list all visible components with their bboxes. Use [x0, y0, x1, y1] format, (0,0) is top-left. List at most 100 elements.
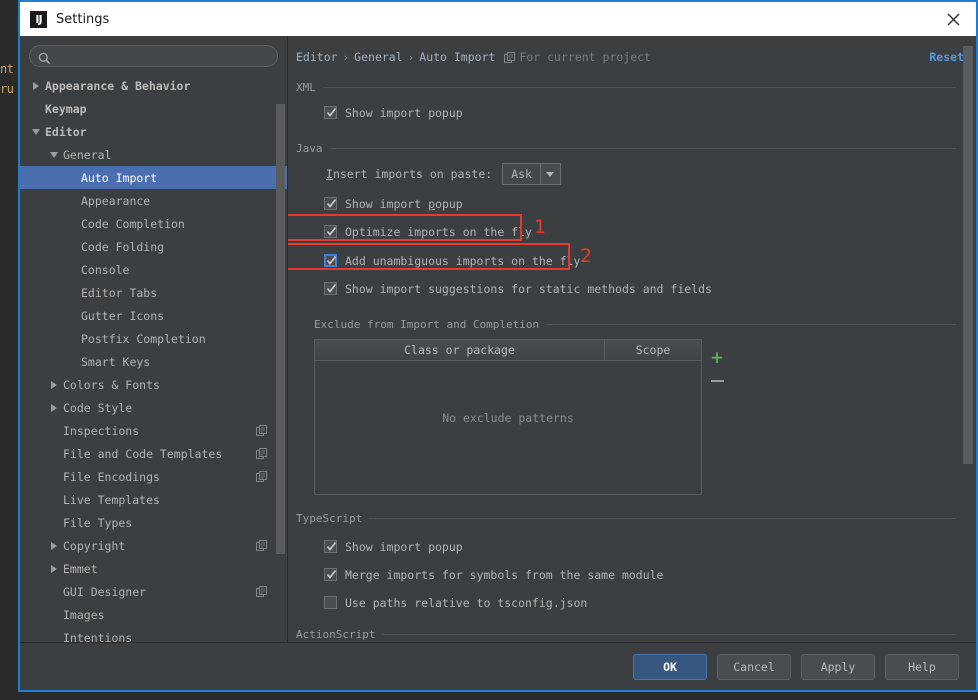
- reset-link[interactable]: Reset: [929, 50, 964, 64]
- chevron-right-icon[interactable]: [48, 402, 59, 413]
- section-xml-title: XML: [296, 81, 323, 94]
- sidebar-item-copyright[interactable]: Copyright: [20, 534, 287, 557]
- ts-merge-imports-label: Merge imports for symbols from the same …: [345, 568, 664, 582]
- sidebar-item-code-style[interactable]: Code Style: [20, 396, 287, 419]
- sidebar-item-live-templates[interactable]: Live Templates: [20, 488, 287, 511]
- section-java-header: Java: [296, 139, 956, 157]
- sidebar-item-file-encodings[interactable]: File Encodings: [20, 465, 287, 488]
- settings-scroll-area: XML Show import popup: [288, 70, 976, 642]
- ts-use-paths-relative-row[interactable]: Use paths relative to tsconfig.json: [324, 590, 956, 615]
- chevron-right-icon[interactable]: [48, 540, 59, 551]
- sidebar-item-editor[interactable]: Editor: [20, 120, 287, 143]
- sidebar-item-label: File and Code Templates: [63, 447, 222, 461]
- sidebar-item-auto-import[interactable]: Auto Import: [20, 166, 287, 189]
- sidebar-item-intentions[interactable]: Intentions: [20, 626, 287, 642]
- sidebar-item-label: Live Templates: [63, 493, 160, 507]
- xml-show-import-popup-checkbox[interactable]: [324, 106, 337, 119]
- insert-imports-on-paste-dropdown[interactable]: Ask: [502, 163, 561, 185]
- sidebar-item-general[interactable]: General: [20, 143, 287, 166]
- breadcrumb-item-general[interactable]: General: [354, 50, 402, 64]
- project-scope-icon: [256, 425, 267, 436]
- sidebar-item-gutter-icons[interactable]: Gutter Icons: [20, 304, 287, 327]
- minus-icon[interactable]: [705, 369, 729, 393]
- settings-sidebar: Appearance & Behavior Keymap EditorGeneral…: [20, 36, 288, 642]
- show-static-import-suggestions-label: Show import suggestions for static metho…: [345, 282, 712, 296]
- plus-icon[interactable]: +: [705, 345, 729, 369]
- chevron-down-icon[interactable]: [30, 126, 41, 137]
- java-show-import-popup-row[interactable]: Show import popup: [324, 191, 956, 216]
- background-text-fragment-1: nt: [0, 62, 13, 76]
- apply-button[interactable]: Apply: [801, 654, 875, 680]
- show-static-import-suggestions-checkbox[interactable]: [324, 282, 337, 295]
- sidebar-item-code-folding[interactable]: Code Folding: [20, 235, 287, 258]
- dialog-content: Appearance & BehaviorKeymapEditorGeneral…: [20, 36, 976, 642]
- ts-use-paths-relative-label: Use paths relative to tsconfig.json: [345, 596, 587, 610]
- sidebar-item-label: File Encodings: [63, 470, 160, 484]
- help-button[interactable]: Help: [885, 654, 959, 680]
- chevron-right-icon[interactable]: [30, 80, 41, 91]
- settings-tree[interactable]: Appearance & Behavior Keymap EditorGeneral…: [20, 73, 287, 642]
- sidebar-scrollbar-thumb[interactable]: [276, 104, 285, 554]
- sidebar-item-images[interactable]: Images: [20, 603, 287, 626]
- sidebar-item-label: Auto Import: [81, 171, 157, 185]
- breadcrumb-item-editor[interactable]: Editor: [296, 50, 338, 64]
- sidebar-item-gui-designer[interactable]: GUI Designer: [20, 580, 287, 603]
- search-input[interactable]: [56, 50, 269, 63]
- ts-show-import-popup-label: Show import popup: [345, 540, 463, 554]
- sidebar-item-editor-tabs[interactable]: Editor Tabs: [20, 281, 287, 304]
- sidebar-item-label: Appearance: [81, 194, 150, 208]
- section-typescript-rule: [369, 518, 956, 519]
- section-actionscript-rule: [382, 634, 956, 635]
- search-box[interactable]: [29, 45, 278, 67]
- exclude-column-scope[interactable]: Scope: [605, 340, 701, 360]
- java-show-import-popup-checkbox[interactable]: [324, 197, 337, 210]
- breadcrumb-separator-2: ›: [408, 51, 415, 64]
- sidebar-item-appearance[interactable]: Appearance: [20, 189, 287, 212]
- add-unambiguous-imports-row[interactable]: Add unambiguous imports on the fly: [324, 248, 956, 273]
- close-icon[interactable]: [930, 2, 976, 36]
- sidebar-item-smart-keys[interactable]: Smart Keys: [20, 350, 287, 373]
- show-static-import-suggestions-row[interactable]: Show import suggestions for static metho…: [324, 276, 956, 301]
- ok-button[interactable]: OK: [633, 654, 707, 680]
- settings-scrollbar-thumb[interactable]: [963, 46, 973, 464]
- sidebar-item-label: Console: [81, 263, 129, 277]
- settings-detail-pane: Editor › General › Auto Import For curre…: [288, 36, 976, 642]
- section-xml-header: XML: [296, 78, 956, 96]
- project-scope-icon: [256, 471, 267, 482]
- ts-merge-imports-row[interactable]: Merge imports for symbols from the same …: [324, 562, 956, 587]
- sidebar-item-postfix-completion[interactable]: Postfix Completion: [20, 327, 287, 350]
- ts-merge-imports-checkbox[interactable]: [324, 568, 337, 581]
- settings-scrollbar[interactable]: [963, 42, 973, 632]
- breadcrumb-item-auto-import[interactable]: Auto Import: [419, 50, 495, 64]
- project-scope-icon: [256, 586, 267, 597]
- sidebar-item-inspections[interactable]: Inspections: [20, 419, 287, 442]
- sidebar-item-code-completion[interactable]: Code Completion: [20, 212, 287, 235]
- sidebar-item-file-and-code-templates[interactable]: File and Code Templates: [20, 442, 287, 465]
- chevron-down-icon[interactable]: [540, 164, 560, 184]
- sidebar-item-label: Keymap: [45, 102, 87, 116]
- sidebar-scrollbar[interactable]: [276, 74, 285, 674]
- chevron-right-icon[interactable]: [48, 563, 59, 574]
- exclude-column-class-or-package[interactable]: Class or package: [315, 340, 605, 360]
- sidebar-item-appearance-behavior[interactable]: Appearance & Behavior: [20, 74, 287, 97]
- xml-show-import-popup-row[interactable]: Show import popup: [324, 100, 956, 125]
- optimize-imports-on-the-fly-checkbox[interactable]: [324, 225, 337, 238]
- optimize-imports-on-the-fly-row[interactable]: Optimize imports on the fly: [324, 219, 956, 244]
- ts-use-paths-relative-checkbox[interactable]: [324, 596, 337, 609]
- chevron-down-icon[interactable]: [48, 149, 59, 160]
- sidebar-item-keymap[interactable]: Keymap: [20, 97, 287, 120]
- dialog-body: Appearance & BehaviorKeymapEditorGeneral…: [20, 36, 976, 690]
- sidebar-item-colors-fonts[interactable]: Colors & Fonts: [20, 373, 287, 396]
- chevron-right-icon[interactable]: [48, 379, 59, 390]
- cancel-button[interactable]: Cancel: [717, 654, 791, 680]
- sidebar-item-file-types[interactable]: File Types: [20, 511, 287, 534]
- sidebar-item-console[interactable]: Console: [20, 258, 287, 281]
- sidebar-item-emmet[interactable]: Emmet: [20, 557, 287, 580]
- exclude-table-buttons: +: [702, 339, 732, 495]
- exclude-title: Exclude from Import and Completion: [314, 318, 546, 331]
- ts-show-import-popup-row[interactable]: Show import popup: [324, 534, 956, 559]
- ts-show-import-popup-checkbox[interactable]: [324, 540, 337, 553]
- exclude-table[interactable]: Class or package Scope No exclude patter…: [314, 339, 702, 495]
- add-unambiguous-imports-checkbox[interactable]: [324, 254, 337, 267]
- project-scope-icon: [256, 540, 267, 551]
